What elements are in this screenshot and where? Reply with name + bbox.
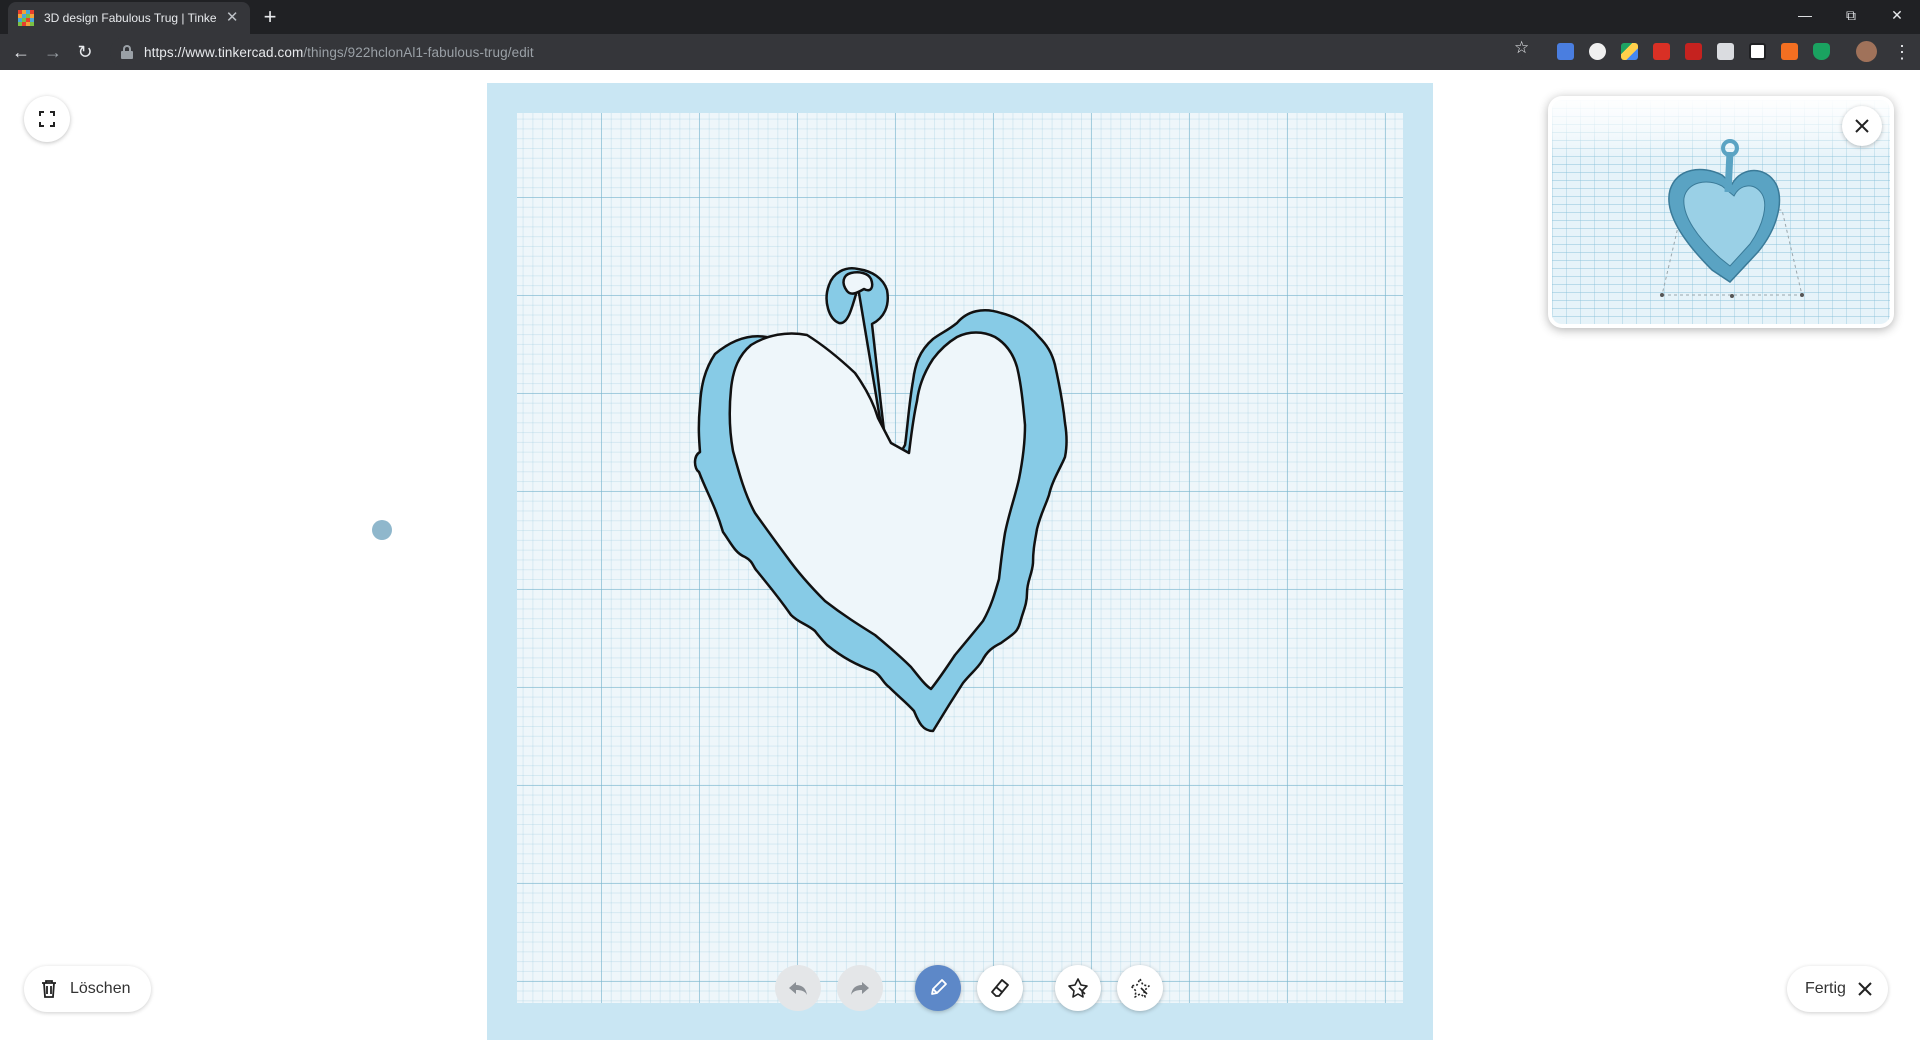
undo-button[interactable]: [775, 965, 821, 1011]
redo-icon: [851, 982, 869, 995]
address-bar[interactable]: https://www.tinkercad.com/things/922hclo…: [110, 37, 1530, 67]
eraser-tool-button[interactable]: [977, 965, 1023, 1011]
menu-kebab-icon[interactable]: ⋮: [1893, 40, 1911, 64]
trash-icon: [42, 980, 56, 998]
window-close-icon[interactable]: ✕: [1874, 0, 1920, 30]
extension-icon[interactable]: [1781, 43, 1798, 60]
drawing-canvas[interactable]: [487, 83, 1433, 1040]
shape-select-subtract-button[interactable]: [1117, 965, 1163, 1011]
lock-icon: [120, 45, 134, 59]
tab-title: 3D design Fabulous Trug | Tinkercad: [44, 11, 217, 25]
extension-icon[interactable]: [1653, 43, 1670, 60]
notion-icon[interactable]: [1749, 43, 1766, 60]
pencil-icon: [931, 979, 947, 995]
fullscreen-icon: [39, 111, 55, 127]
3d-preview-panel: [1548, 96, 1894, 328]
heart-3d-preview: [1660, 139, 1804, 298]
tab-strip: 3D design Fabulous Trug | Tinkercad ✕ + …: [0, 0, 1920, 34]
tinkercad-favicon-icon: [18, 10, 34, 26]
browser-toolbar: ← → ↻ https://www.tinkercad.com/things/9…: [0, 34, 1920, 70]
fullscreen-button[interactable]: [24, 96, 70, 142]
extension-icon[interactable]: [1589, 43, 1606, 60]
shape-select-icon: [1068, 978, 1088, 998]
delete-label: Löschen: [70, 980, 131, 997]
browser-tab[interactable]: 3D design Fabulous Trug | Tinkercad ✕: [8, 2, 250, 34]
minimize-icon[interactable]: —: [1782, 0, 1828, 30]
extension-icon[interactable]: [1717, 43, 1734, 60]
reload-icon[interactable]: ↻: [73, 40, 97, 64]
eraser-icon: [991, 979, 1009, 997]
forward-arrow-icon[interactable]: →: [41, 40, 65, 64]
done-label: Fertig: [1805, 980, 1846, 997]
heart-sketch-shape[interactable]: [487, 83, 1433, 1040]
redo-button[interactable]: [837, 965, 883, 1011]
bookmark-star-icon[interactable]: ☆: [1514, 38, 1529, 58]
tab-close-icon[interactable]: ✕: [224, 10, 240, 26]
preview-close-button[interactable]: [1842, 106, 1882, 146]
extension-icon[interactable]: [1557, 43, 1574, 60]
delete-button[interactable]: Löschen: [24, 966, 151, 1012]
shield-icon[interactable]: [1813, 43, 1830, 60]
undo-icon: [789, 982, 807, 995]
shape-select-subtract-icon: [1130, 978, 1150, 998]
restore-icon[interactable]: ⧉: [1828, 0, 1874, 30]
thickness-slider-handle[interactable]: [372, 520, 392, 540]
url-text: https://www.tinkercad.com/things/922hclo…: [144, 44, 534, 60]
3d-preview-viewport[interactable]: [1552, 100, 1890, 324]
new-tab-icon[interactable]: +: [256, 6, 284, 28]
sketch-editor: Löschen Fertig: [0, 70, 1920, 1040]
pencil-tool-button[interactable]: [915, 965, 961, 1011]
close-icon: [1858, 982, 1872, 996]
shape-select-button[interactable]: [1055, 965, 1101, 1011]
done-button[interactable]: Fertig: [1787, 966, 1888, 1012]
drive-icon[interactable]: [1621, 43, 1638, 60]
pdf-icon[interactable]: [1685, 43, 1702, 60]
profile-avatar[interactable]: [1856, 41, 1877, 62]
back-arrow-icon[interactable]: ←: [9, 40, 33, 64]
close-icon: [1855, 119, 1869, 133]
